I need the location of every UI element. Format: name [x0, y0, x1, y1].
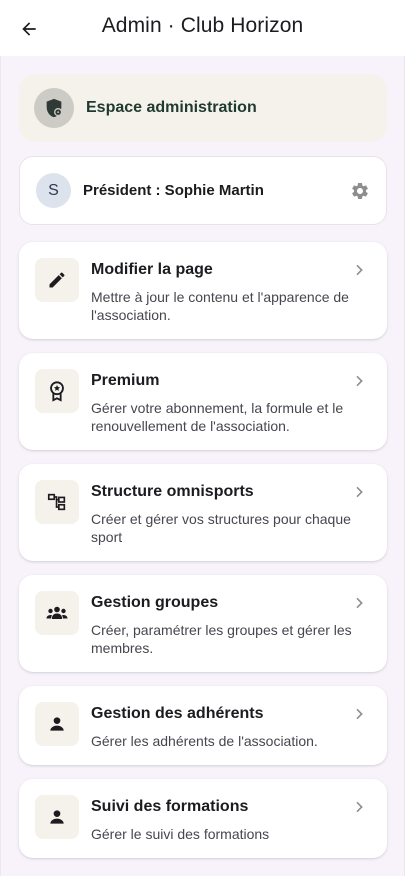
chevron-right-icon	[356, 264, 363, 276]
menu-description: Gérer le suivi des formations	[91, 826, 270, 842]
menu-description: Gérer les adhérents de l'association.	[91, 733, 318, 749]
menu-card-suivi-formations[interactable]: Suivi des formations Gérer le suivi des …	[19, 779, 387, 858]
chevron-right-icon	[356, 375, 363, 387]
hierarchy-icon	[35, 480, 79, 524]
president-label: Président : Sophie Martin	[83, 182, 264, 199]
menu-card-gestion-adherents[interactable]: Gestion des adhérents Gérer les adhérent…	[19, 686, 387, 765]
menu-card-gestion-groupes[interactable]: Gestion groupes Créer, paramétrer les gr…	[19, 575, 387, 672]
admin-space-label: Espace administration	[86, 99, 257, 116]
chevron-right-icon	[356, 708, 363, 720]
menu-description: Créer, paramétrer les groupes et gérer l…	[91, 622, 352, 656]
pencil-icon	[35, 258, 79, 302]
person-icon	[35, 702, 79, 746]
chevron-right-icon	[356, 486, 363, 498]
group-icon	[35, 591, 79, 635]
menu-title: Structure omnisports	[91, 483, 254, 500]
gear-icon[interactable]	[350, 181, 370, 201]
app-bar: Admin · Club Horizon	[0, 0, 405, 56]
chevron-right-icon	[356, 597, 363, 609]
shield-admin-icon	[34, 88, 74, 128]
award-icon	[35, 369, 79, 413]
menu-title: Suivi des formations	[91, 798, 249, 815]
admin-space-banner: Espace administration	[19, 74, 387, 142]
menu-card-structure-omnisports[interactable]: Structure omnisports Créer et gérer vos …	[19, 464, 387, 561]
menu-card-premium[interactable]: Premium Gérer votre abonnement, la formu…	[19, 353, 387, 450]
menu-title: Gestion groupes	[91, 594, 219, 611]
menu-title: Premium	[91, 372, 160, 389]
page-title: Admin · Club Horizon	[101, 14, 304, 37]
avatar: S	[36, 173, 71, 208]
menu-description: Gérer votre abonnement, la formule et le…	[91, 400, 344, 434]
menu-title: Modifier la page	[91, 261, 213, 278]
person-icon	[35, 795, 79, 839]
chevron-right-icon	[356, 801, 363, 813]
content-area: Espace administration S Président : Soph…	[0, 56, 405, 876]
menu-title: Gestion des adhérents	[91, 705, 264, 722]
president-card: S Président : Sophie Martin	[19, 156, 387, 225]
menu-card-modifier-page[interactable]: Modifier la page Mettre à jour le conten…	[19, 242, 387, 339]
menu-description: Créer et gérer vos structures pour chaqu…	[91, 511, 351, 545]
menu-description: Mettre à jour le contenu et l'apparence …	[91, 289, 349, 323]
